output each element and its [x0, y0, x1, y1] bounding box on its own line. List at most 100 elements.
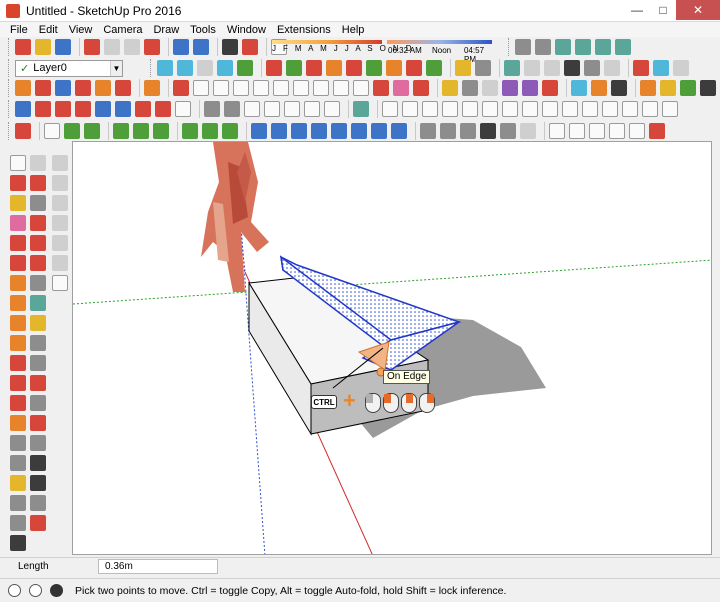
- sandbox-tool-icon[interactable]: [455, 60, 471, 76]
- zoom-extents-icon[interactable]: [30, 415, 46, 431]
- prim-5-icon[interactable]: [462, 101, 478, 117]
- paint-tool-icon[interactable]: [10, 475, 26, 491]
- section-display-icon[interactable]: [30, 515, 46, 531]
- prim-10-icon[interactable]: [562, 101, 578, 117]
- box-icon[interactable]: [244, 101, 260, 117]
- protractor-icon[interactable]: [10, 455, 26, 471]
- shape-1-icon[interactable]: [193, 80, 209, 96]
- sandbox-4-icon[interactable]: [52, 215, 68, 231]
- geo-location-icon[interactable]: [8, 584, 21, 597]
- prim-6-icon[interactable]: [482, 101, 498, 117]
- 3d-text-icon[interactable]: [30, 335, 46, 351]
- extension-tool-6-icon[interactable]: [366, 60, 382, 76]
- go-render-icon[interactable]: [680, 80, 696, 96]
- model-info-icon[interactable]: [242, 39, 258, 55]
- tool-a-icon[interactable]: [15, 80, 31, 96]
- tool-d-icon[interactable]: [75, 80, 91, 96]
- extension-tool-9-icon[interactable]: [426, 60, 442, 76]
- walk-icon[interactable]: [204, 101, 220, 117]
- prim-4-icon[interactable]: [442, 101, 458, 117]
- tool-e-icon[interactable]: [95, 80, 111, 96]
- slash-icon[interactable]: [649, 123, 665, 139]
- group-icon[interactable]: [84, 123, 100, 139]
- shape-10-icon[interactable]: [373, 80, 389, 96]
- tape-measure-icon[interactable]: [10, 435, 26, 451]
- line-tool-icon[interactable]: [10, 235, 26, 251]
- lightbulb-icon[interactable]: [442, 80, 458, 96]
- window-icon[interactable]: [324, 101, 340, 117]
- zoom-window-icon[interactable]: [30, 395, 46, 411]
- back-view-icon[interactable]: [595, 39, 611, 55]
- menu-edit[interactable]: Edit: [39, 24, 58, 36]
- previous-view-icon[interactable]: [30, 435, 46, 451]
- shape-5-icon[interactable]: [273, 80, 289, 96]
- undo-icon[interactable]: [173, 39, 189, 55]
- left-view-icon[interactable]: [615, 39, 631, 55]
- circle-tool-icon[interactable]: [10, 315, 26, 331]
- position-camera-icon[interactable]: [30, 455, 46, 471]
- push-pull-icon[interactable]: [35, 101, 51, 117]
- table-2-icon[interactable]: [569, 123, 585, 139]
- style-shaded-icon[interactable]: [564, 60, 580, 76]
- offset-tool-icon[interactable]: [30, 275, 46, 291]
- scale-tool-icon[interactable]: [30, 255, 46, 271]
- paint-bucket-icon[interactable]: [10, 195, 26, 211]
- 2pt-arc-icon[interactable]: [10, 375, 26, 391]
- tool-g-icon[interactable]: [144, 80, 160, 96]
- extension-tool-2-icon[interactable]: [286, 60, 302, 76]
- close-button[interactable]: ✕: [676, 0, 720, 20]
- pan-icon[interactable]: [30, 355, 46, 371]
- select-arrow-icon[interactable]: [44, 123, 60, 139]
- building-icon[interactable]: [224, 101, 240, 117]
- minimize-button[interactable]: —: [624, 0, 650, 20]
- menu-draw[interactable]: Draw: [153, 24, 179, 36]
- rotate-tool-icon[interactable]: [30, 215, 46, 231]
- align-3-icon[interactable]: [153, 123, 169, 139]
- make-component-icon[interactable]: [10, 175, 26, 191]
- cube-render-icon[interactable]: [611, 80, 627, 96]
- front-view-icon[interactable]: [555, 39, 571, 55]
- plane-icon[interactable]: [264, 101, 280, 117]
- menu-file[interactable]: File: [10, 24, 28, 36]
- profile-icon[interactable]: [482, 80, 498, 96]
- style-xray-icon[interactable]: [504, 60, 520, 76]
- dist-1-icon[interactable]: [182, 123, 198, 139]
- shape-9-icon[interactable]: [353, 80, 369, 96]
- misc-2-icon[interactable]: [440, 123, 456, 139]
- polygon-tool-icon[interactable]: [10, 335, 26, 351]
- text-tool-icon[interactable]: [30, 315, 46, 331]
- save-icon[interactable]: [55, 39, 71, 55]
- orbit-icon[interactable]: [30, 155, 46, 171]
- print-icon[interactable]: [222, 39, 238, 55]
- prim-15-icon[interactable]: [662, 101, 678, 117]
- house-tool-icon[interactable]: [462, 80, 478, 96]
- shape-12-icon[interactable]: [413, 80, 429, 96]
- pie-tool-icon[interactable]: [10, 415, 26, 431]
- tool-b-icon[interactable]: [35, 80, 51, 96]
- scale-icon[interactable]: [95, 101, 111, 117]
- erase-icon[interactable]: [144, 39, 160, 55]
- prim-14-icon[interactable]: [642, 101, 658, 117]
- iso-view-icon[interactable]: [515, 39, 531, 55]
- prim-11-icon[interactable]: [582, 101, 598, 117]
- move-icon[interactable]: [15, 101, 31, 117]
- menu-view[interactable]: View: [69, 24, 93, 36]
- cut-icon[interactable]: [84, 39, 100, 55]
- sandbox-3-icon[interactable]: [52, 195, 68, 211]
- trim-icon[interactable]: [237, 60, 253, 76]
- flip-icon[interactable]: [135, 101, 151, 117]
- style-hidden-line-icon[interactable]: [544, 60, 560, 76]
- material-icon[interactable]: [571, 80, 587, 96]
- prim-13-icon[interactable]: [622, 101, 638, 117]
- style-textured-icon[interactable]: [584, 60, 600, 76]
- grid-7-icon[interactable]: [371, 123, 387, 139]
- eraser-icon[interactable]: [10, 215, 26, 231]
- align-1-icon[interactable]: [113, 123, 129, 139]
- toolbar-grip[interactable]: [8, 38, 11, 56]
- prim-2-icon[interactable]: [402, 101, 418, 117]
- text-label-icon[interactable]: [522, 80, 538, 96]
- share-component-icon[interactable]: [673, 60, 689, 76]
- menu-extensions[interactable]: Extensions: [277, 24, 331, 36]
- sandbox-1-icon[interactable]: [52, 155, 68, 171]
- prim-12-icon[interactable]: [602, 101, 618, 117]
